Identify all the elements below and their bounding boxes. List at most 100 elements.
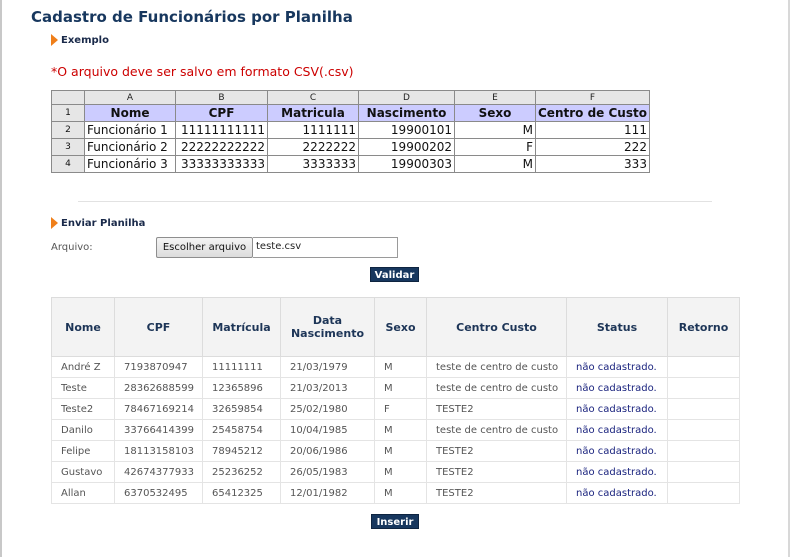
cell-matricula: 11111111 [202,356,281,378]
cell-cpf: 42674377933 [114,461,203,483]
table-row: Teste2 78467169214 32659854 25/02/1980 F… [51,398,740,420]
sheet-cell: 111 [535,121,650,139]
cell-name: André Z [51,356,115,378]
cell-return [667,461,740,483]
cell-cpf: 33766414399 [114,419,203,441]
cell-matricula: 25458754 [202,419,281,441]
sheet-header-cell: Nascimento [358,104,455,122]
sheet-col-letter: A [84,90,176,105]
cell-sex: M [374,356,427,378]
results-header-cell: Retorno [667,297,740,357]
sheet-cell: 19900202 [358,138,455,156]
results-header-row: Nome CPF Matrícula Data Nascimento Sexo … [51,297,740,357]
cell-return [667,356,740,378]
sheet-header-cell: Nome [84,104,176,122]
sheet-row-number: 3 [51,138,85,156]
upload-section-label: Enviar Planilha [61,218,146,229]
right-border [788,0,790,557]
cell-status: não cadastrado. [566,356,668,378]
sheet-header-cell: Matricula [267,104,359,122]
table-row: Danilo 33766414399 25458754 10/04/1985 M… [51,419,740,441]
sheet-cell: 33333333333 [175,155,268,173]
cell-sex: M [374,461,427,483]
sheet-header-cell: CPF [175,104,268,122]
sheet-cell: Funcionário 1 [84,121,176,139]
cell-status: não cadastrado. [566,461,668,483]
cell-cost-center: TESTE2 [426,461,567,483]
sheet-cell: 333 [535,155,650,173]
cell-status: não cadastrado. [566,482,668,504]
sheet-row-number: 1 [51,104,85,122]
sheet-row: 3 Funcionário 2 22222222222 2222222 1990… [51,138,650,156]
sheet-column-letters: A B C D E F [51,90,650,105]
sheet-header-cell: Sexo [454,104,536,122]
sheet-cell: 19900101 [358,121,455,139]
sheet-cell: Funcionário 3 [84,155,176,173]
file-label: Arquivo: [51,242,93,253]
cell-sex: M [374,377,427,399]
results-header-cell: CPF [114,297,203,357]
cell-name: Felipe [51,440,115,462]
table-row: André Z 7193870947 11111111 21/03/1979 M… [51,356,740,378]
results-header-cell: Status [566,297,668,357]
cell-name: Danilo [51,419,115,441]
orange-triangle-icon [51,34,58,46]
cell-status: não cadastrado. [566,440,668,462]
cell-cpf: 7193870947 [114,356,203,378]
results-table: Nome CPF Matrícula Data Nascimento Sexo … [51,297,740,504]
cell-return [667,440,740,462]
sheet-cell: 22222222222 [175,138,268,156]
sheet-cell: 222 [535,138,650,156]
cell-matricula: 65412325 [202,482,281,504]
csv-warning: *O arquivo deve ser salvo em formato CSV… [51,64,354,79]
sheet-row-number: 4 [51,155,85,173]
cell-return [667,482,740,504]
table-row: Allan 6370532495 65412325 12/01/1982 M T… [51,482,740,504]
sheet-cell: 19900303 [358,155,455,173]
results-header-cell: Matrícula [202,297,281,357]
page-title: Cadastro de Funcionários por Planilha [31,8,353,26]
cell-birthdate: 26/05/1983 [280,461,375,483]
cell-cost-center: TESTE2 [426,398,567,420]
cell-return [667,419,740,441]
sheet-header-row: 1 Nome CPF Matricula Nascimento Sexo Cen… [51,104,650,122]
cell-birthdate: 10/04/1985 [280,419,375,441]
cell-sex: M [374,482,427,504]
cell-matricula: 78945212 [202,440,281,462]
upload-section-header: Enviar Planilha [51,217,145,229]
choose-file-button[interactable]: Escolher arquivo [156,237,253,258]
cell-birthdate: 12/01/1982 [280,482,375,504]
table-row: Felipe 18113158103 78945212 20/06/1986 M… [51,440,740,462]
sheet-row: 2 Funcionário 1 11111111111 1111111 1990… [51,121,650,139]
cell-birthdate: 21/03/1979 [280,356,375,378]
sheet-corner [51,90,85,105]
validate-button[interactable]: Validar [370,267,419,282]
cell-sex: M [374,440,427,462]
sheet-cell: 2222222 [267,138,359,156]
file-name-field[interactable]: teste.csv [253,237,398,258]
sheet-cell: Funcionário 2 [84,138,176,156]
insert-button[interactable]: Inserir [371,514,419,529]
results-header-cell: Centro Custo [426,297,567,357]
sheet-header-cell: Centro de Custo [535,104,650,122]
sheet-col-letter: B [175,90,268,105]
sheet-cell: 1111111 [267,121,359,139]
cell-birthdate: 25/02/1980 [280,398,375,420]
cell-return [667,398,740,420]
cell-matricula: 25236252 [202,461,281,483]
sheet-col-letter: E [454,90,536,105]
cell-cpf: 6370532495 [114,482,203,504]
cell-cpf: 28362688599 [114,377,203,399]
cell-cost-center: TESTE2 [426,482,567,504]
sheet-col-letter: C [267,90,359,105]
table-row: Teste 28362688599 12365896 21/03/2013 M … [51,377,740,399]
cell-cost-center: teste de centro de custo [426,356,567,378]
cell-matricula: 32659854 [202,398,281,420]
sheet-cell: 3333333 [267,155,359,173]
cell-birthdate: 21/03/2013 [280,377,375,399]
cell-birthdate: 20/06/1986 [280,440,375,462]
cell-sex: F [374,398,427,420]
sheet-cell: F [454,138,536,156]
cell-cost-center: teste de centro de custo [426,377,567,399]
cell-sex: M [374,419,427,441]
